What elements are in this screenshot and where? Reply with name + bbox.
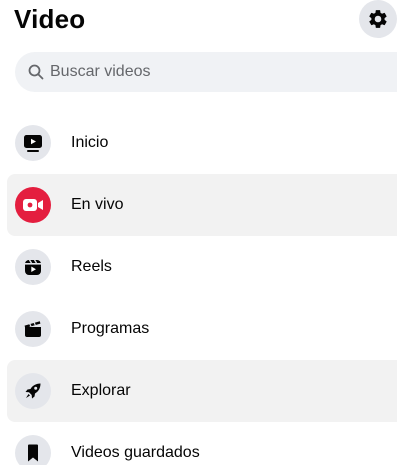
search-bar[interactable] xyxy=(15,52,397,92)
nav-item-en-vivo[interactable]: En vivo xyxy=(7,174,397,236)
reels-icon xyxy=(15,249,51,285)
rocket-icon xyxy=(15,373,51,409)
gear-icon xyxy=(367,8,389,30)
nav-item-label: Inicio xyxy=(71,134,109,151)
bookmark-icon xyxy=(15,435,51,465)
nav-item-label: En vivo xyxy=(71,196,124,213)
live-camera-icon xyxy=(15,187,51,223)
search-input[interactable] xyxy=(50,63,350,81)
nav-item-inicio[interactable]: Inicio xyxy=(7,112,397,174)
nav-item-videos-guardados[interactable]: Videos guardados xyxy=(7,422,397,465)
search-icon xyxy=(28,64,44,80)
page-title: Video xyxy=(14,4,86,34)
play-screen-icon xyxy=(15,125,51,161)
nav-item-programas[interactable]: Programas xyxy=(7,298,397,360)
nav-item-explorar[interactable]: Explorar xyxy=(7,360,397,422)
nav-item-reels[interactable]: Reels xyxy=(7,236,397,298)
nav-item-label: Videos guardados xyxy=(71,444,200,461)
video-nav: Inicio En vivo Reels Programas Explorar … xyxy=(7,112,397,465)
nav-item-label: Programas xyxy=(71,320,150,337)
settings-button[interactable] xyxy=(359,0,397,38)
clapperboard-icon xyxy=(15,311,51,347)
nav-item-label: Explorar xyxy=(71,382,131,399)
nav-item-label: Reels xyxy=(71,258,112,275)
video-panel: Video Inicio xyxy=(0,0,397,465)
